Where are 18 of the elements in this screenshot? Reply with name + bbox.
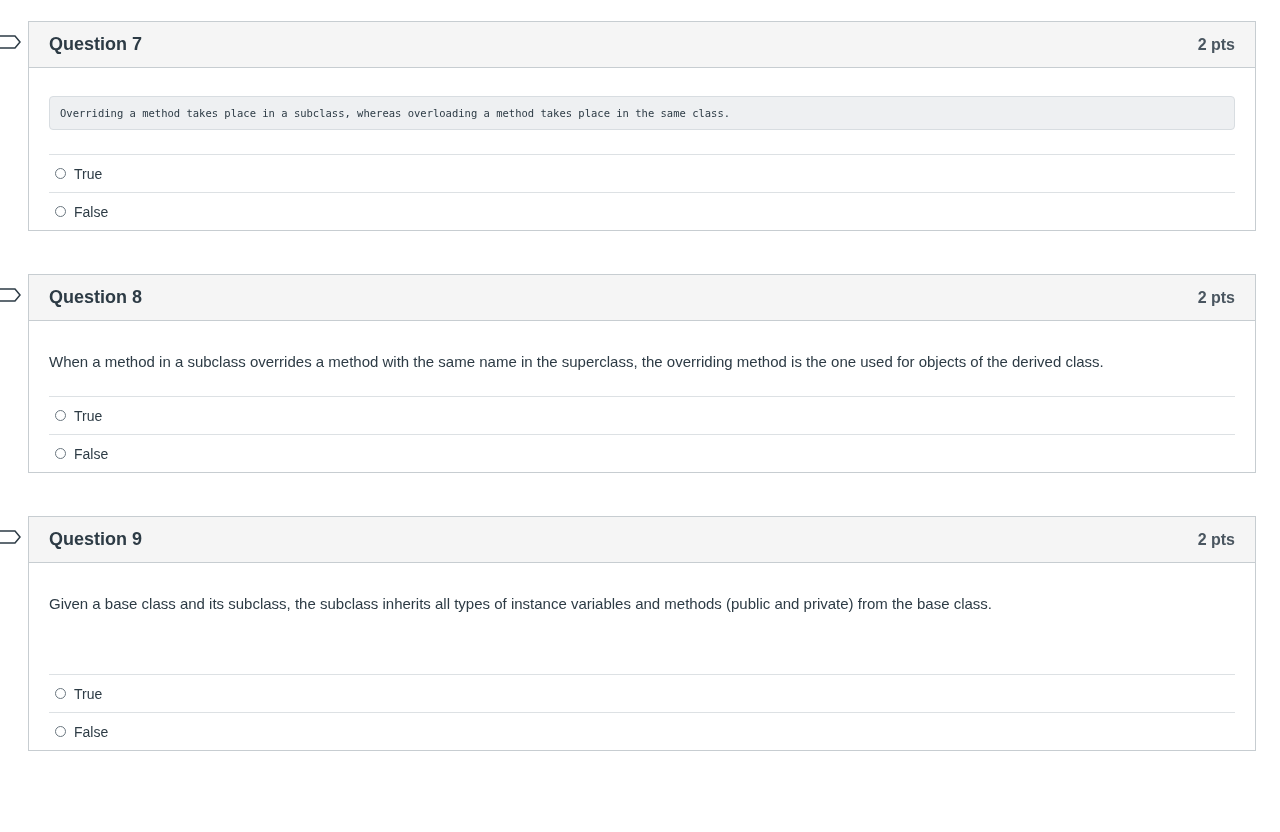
question-text: Given a base class and its subclass, the subclass inherits all types of instance variables and methods (public and private) from the base class.: [49, 595, 993, 612]
points-label: 2 pts: [1197, 288, 1235, 307]
question-code-text: Overriding a method takes place in a subclass, whereas overloading a method takes place in the same class.: [49, 96, 1235, 130]
answer-option[interactable]: False: [49, 712, 1235, 750]
points-label: 2 pts: [1197, 530, 1235, 549]
bookmark-flag-icon[interactable]: [0, 530, 22, 544]
points-label: 2 pts: [1197, 35, 1235, 54]
bookmark-flag-icon[interactable]: [0, 35, 22, 49]
question-title: Question 7: [49, 34, 142, 55]
answer-option[interactable]: True: [49, 154, 1235, 192]
answer-option[interactable]: True: [49, 674, 1235, 712]
bookmark-flag-icon[interactable]: [0, 288, 22, 302]
answer-option[interactable]: False: [49, 434, 1235, 472]
question-title: Question 9: [49, 529, 142, 550]
question-title: Question 8: [49, 287, 142, 308]
answer-option[interactable]: False: [49, 192, 1235, 230]
answer-option[interactable]: True: [49, 396, 1235, 434]
question-text: When a method in a subclass overrides a method with the same name in the superclass, the overriding method is the one used for objects of the derived class.: [49, 353, 1105, 370]
